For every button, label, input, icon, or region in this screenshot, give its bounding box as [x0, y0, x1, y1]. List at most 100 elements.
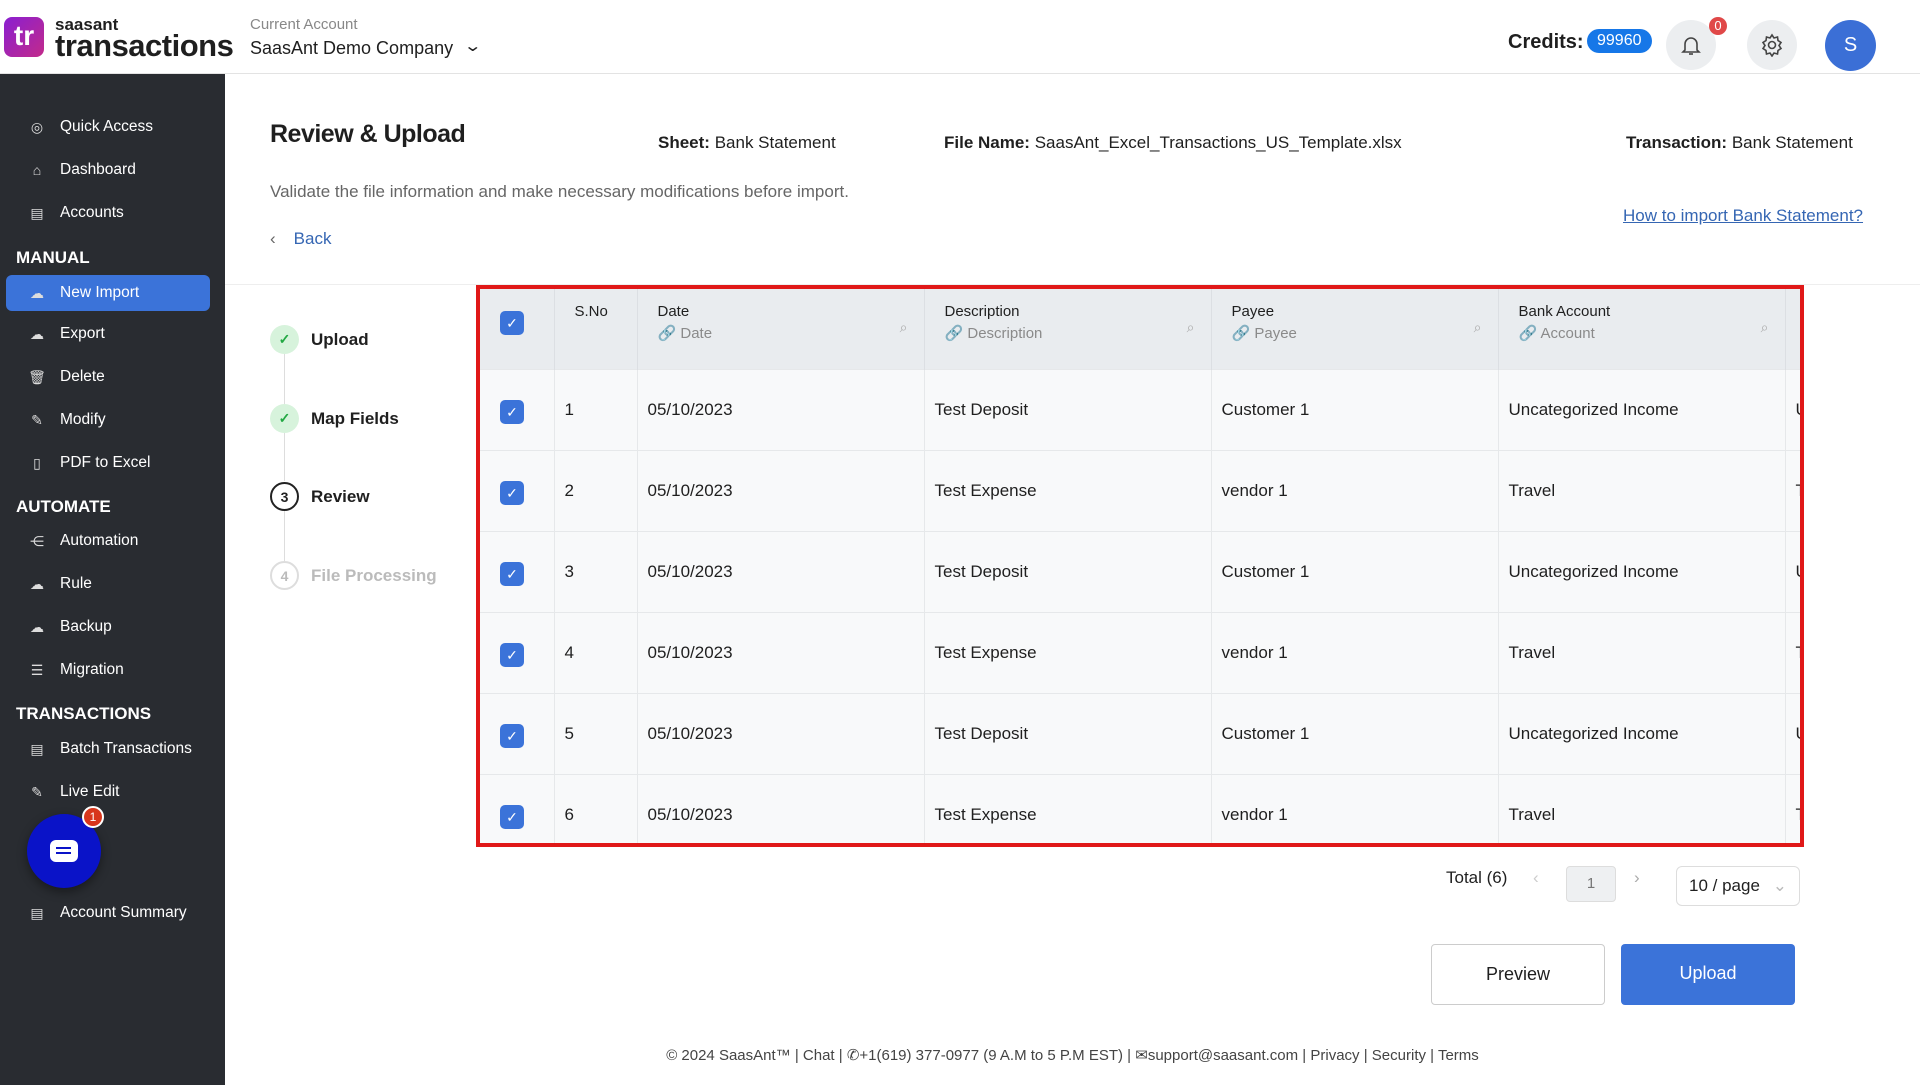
- sidebar-item-accounts[interactable]: ▤ Accounts: [6, 195, 210, 231]
- cell-sno[interactable]: 5: [554, 692, 638, 774]
- cell-date[interactable]: 05/10/2023: [637, 773, 925, 843]
- upload-button[interactable]: Upload: [1621, 944, 1795, 1005]
- column-header-bank-account[interactable]: Bank Account 🔗 Account ⌕: [1498, 289, 1786, 369]
- preview-button[interactable]: Preview: [1431, 944, 1605, 1005]
- sidebar-item-rule[interactable]: ☁ Rule: [6, 566, 210, 602]
- cell-desc[interactable]: Test Expense: [924, 773, 1212, 843]
- row-checkbox[interactable]: ✓: [500, 723, 524, 748]
- cell-sno[interactable]: 2: [554, 449, 638, 531]
- sidebar-item-pdf-to-excel[interactable]: ▯ PDF to Excel: [6, 445, 210, 481]
- footer-terms-link[interactable]: Terms: [1438, 1047, 1479, 1064]
- cell-date[interactable]: 05/10/2023: [637, 530, 925, 612]
- review-table: ✓ S.No Date 🔗 Date ⌕ Description 🔗 Descript…: [476, 285, 1804, 847]
- help-link[interactable]: How to import Bank Statement?: [1623, 206, 1863, 226]
- credits-badge: 99960: [1587, 29, 1652, 53]
- cell-desc[interactable]: Test Expense: [924, 449, 1212, 531]
- page-title: Review & Upload: [270, 120, 466, 148]
- footer-email-link[interactable]: support@saasant.com: [1148, 1047, 1298, 1064]
- column-header-description[interactable]: Description 🔗 Description ⌕: [924, 289, 1212, 369]
- cell-extra[interactable]: T: [1785, 611, 1800, 693]
- cell-extra[interactable]: U: [1785, 368, 1800, 450]
- chevron-down-icon[interactable]: ⌄: [463, 36, 482, 56]
- cell-desc[interactable]: Test Deposit: [924, 368, 1212, 450]
- cell-desc[interactable]: Test Deposit: [924, 530, 1212, 612]
- row-checkbox[interactable]: ✓: [500, 399, 524, 424]
- transaction-label: Transaction:: [1626, 133, 1728, 152]
- step-label: File Processing: [311, 565, 437, 585]
- cell-date[interactable]: 05/10/2023: [637, 449, 925, 531]
- sidebar-item-migration[interactable]: ☰ Migration: [6, 652, 210, 688]
- cell-desc[interactable]: Test Expense: [924, 611, 1212, 693]
- prev-page-button[interactable]: ‹: [1533, 868, 1539, 888]
- settings-button[interactable]: [1747, 20, 1797, 70]
- export-icon: ☁: [30, 325, 44, 342]
- column-header-extra: [1785, 289, 1800, 369]
- app-logo[interactable]: tr: [4, 17, 44, 57]
- brand-name: transactions: [55, 28, 234, 63]
- column-name: Description: [944, 303, 1020, 320]
- cell-sno[interactable]: 4: [554, 611, 638, 693]
- search-icon[interactable]: ⌕: [1187, 319, 1195, 336]
- cell-payee[interactable]: Customer 1: [1211, 530, 1499, 612]
- cell-extra[interactable]: U: [1785, 530, 1800, 612]
- search-icon[interactable]: ⌕: [1761, 319, 1769, 336]
- column-header-payee[interactable]: Payee 🔗 Payee ⌕: [1211, 289, 1499, 369]
- sidebar-item-backup[interactable]: ☁ Backup: [6, 609, 210, 645]
- search-icon[interactable]: ⌕: [1474, 319, 1482, 336]
- sidebar-item-live-edit[interactable]: ✎ Live Edit: [6, 774, 210, 810]
- cell-account[interactable]: Travel: [1498, 773, 1786, 843]
- cell-account[interactable]: Uncategorized Income: [1498, 530, 1786, 612]
- cell-payee[interactable]: Customer 1: [1211, 692, 1499, 774]
- cell-payee[interactable]: vendor 1: [1211, 449, 1499, 531]
- back-button[interactable]: ‹ Back: [270, 229, 331, 249]
- cell-sno[interactable]: 1: [554, 368, 638, 450]
- footer-security-link[interactable]: Security: [1372, 1047, 1426, 1064]
- clipboard-icon: ▤: [30, 204, 44, 221]
- search-icon[interactable]: ⌕: [900, 319, 908, 336]
- sidebar-item-dashboard[interactable]: ⌂ Dashboard: [6, 152, 210, 188]
- cell-desc[interactable]: Test Deposit: [924, 692, 1212, 774]
- cell-payee[interactable]: Customer 1: [1211, 368, 1499, 450]
- cell-extra[interactable]: T: [1785, 773, 1800, 843]
- sidebar-item-quick-access[interactable]: ◎ Quick Access: [6, 109, 210, 145]
- footer-chat-link[interactable]: Chat: [803, 1047, 835, 1064]
- sidebar-item-label: Quick Access: [60, 118, 154, 135]
- credits-label: Credits:: [1508, 31, 1584, 53]
- user-avatar[interactable]: S: [1825, 20, 1876, 71]
- cell-account[interactable]: Uncategorized Income: [1498, 692, 1786, 774]
- backup-icon: ☁: [30, 618, 44, 635]
- page-number[interactable]: 1: [1566, 866, 1616, 902]
- sidebar-item-batch-transactions[interactable]: ▤ Batch Transactions: [6, 731, 210, 767]
- cell-extra[interactable]: U: [1785, 692, 1800, 774]
- cell-date[interactable]: 05/10/2023: [637, 611, 925, 693]
- cell-account[interactable]: Travel: [1498, 449, 1786, 531]
- cell-account[interactable]: Uncategorized Income: [1498, 368, 1786, 450]
- page-size-select[interactable]: 10 / page ⌄: [1676, 866, 1800, 906]
- target-icon: ◎: [30, 118, 44, 135]
- sidebar-item-export[interactable]: ☁ Export: [6, 316, 210, 352]
- sidebar-item-delete[interactable]: 🗑 Delete: [6, 359, 210, 395]
- cell-date[interactable]: 05/10/2023: [637, 692, 925, 774]
- cell-payee[interactable]: vendor 1: [1211, 611, 1499, 693]
- cell-sno[interactable]: 6: [554, 773, 638, 843]
- footer-privacy-link[interactable]: Privacy: [1310, 1047, 1359, 1064]
- row-checkbox[interactable]: ✓: [500, 642, 524, 667]
- cell-account[interactable]: Travel: [1498, 611, 1786, 693]
- section-automate: AUTOMATE: [16, 497, 111, 516]
- sidebar-item-label: New Import: [60, 284, 140, 301]
- cell-date[interactable]: 05/10/2023: [637, 368, 925, 450]
- row-checkbox[interactable]: ✓: [500, 804, 524, 829]
- cell-payee[interactable]: vendor 1: [1211, 773, 1499, 843]
- next-page-button[interactable]: ›: [1634, 868, 1640, 888]
- cell-extra[interactable]: T: [1785, 449, 1800, 531]
- sidebar-item-automation[interactable]: ⋲ Automation: [6, 523, 210, 559]
- sidebar-item-account-summary[interactable]: ▤ Account Summary: [6, 895, 210, 931]
- row-checkbox[interactable]: ✓: [500, 480, 524, 505]
- account-selector[interactable]: SaasAnt Demo Company: [250, 38, 453, 59]
- sidebar-item-modify[interactable]: ✎ Modify: [6, 402, 210, 438]
- cell-sno[interactable]: 3: [554, 530, 638, 612]
- column-header-date[interactable]: Date 🔗 Date ⌕: [637, 289, 925, 369]
- row-checkbox[interactable]: ✓: [500, 561, 524, 586]
- sidebar-item-new-import[interactable]: ☁ New Import: [6, 275, 210, 311]
- select-all-checkbox[interactable]: ✓: [500, 311, 524, 335]
